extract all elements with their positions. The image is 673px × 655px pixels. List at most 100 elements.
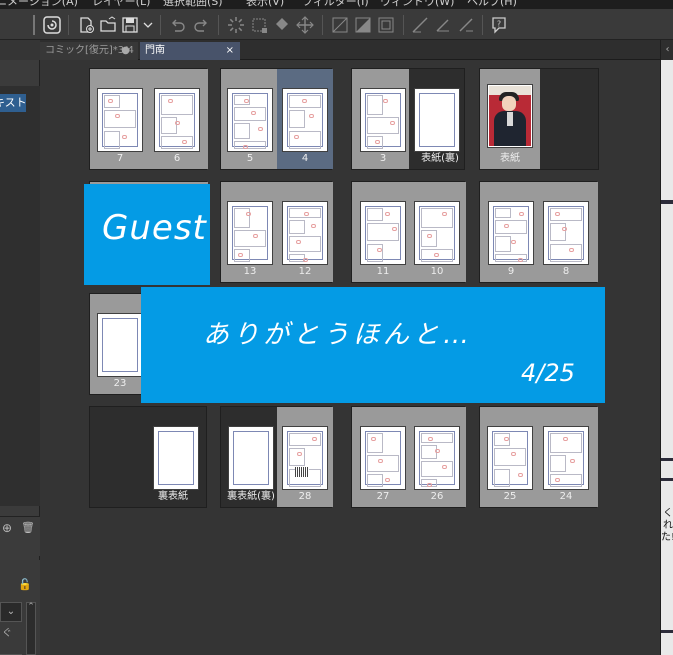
canvas-text: く (663, 508, 673, 519)
comic-panel (289, 220, 305, 234)
layer-item-selected[interactable]: キスト (0, 94, 26, 112)
ruler-icon[interactable] (410, 15, 430, 35)
page-number-label: 11 (376, 266, 390, 277)
save-icon[interactable] (120, 15, 140, 35)
tab-comic[interactable]: コミック[復元]*3/4 ● (40, 42, 138, 60)
fill-selection-icon[interactable] (353, 15, 373, 35)
page-spread[interactable]: 13 12 (220, 181, 333, 283)
comic-panel (234, 107, 266, 121)
page-spread[interactable]: 3 表紙(裏) (351, 68, 465, 170)
dropdown-icon[interactable] (142, 15, 154, 35)
canvas-panel-border (661, 478, 673, 481)
fill-icon[interactable] (272, 15, 292, 35)
layer-panel: キスト ⊕ 🗑 🔓 ⌄ ⌃ ぐ (0, 40, 40, 655)
spinner-icon[interactable] (226, 15, 246, 35)
page-spread[interactable]: 11 10 (351, 181, 466, 283)
comic-panel (550, 223, 566, 241)
svg-text:?: ? (497, 20, 501, 29)
sketch-mark (258, 127, 263, 131)
open-folder-icon[interactable] (98, 15, 118, 35)
toolbar-separator (322, 15, 323, 35)
sketch-mark (442, 212, 447, 216)
sketch-mark (175, 121, 180, 125)
cover-thumbnail-image (487, 84, 533, 148)
sketch-mark (569, 248, 574, 252)
page-spread[interactable]: 54 (220, 68, 333, 170)
chevron-down-icon: ⌄ (6, 606, 16, 617)
page-spread[interactable]: 25 24 (479, 406, 598, 508)
menu-filter[interactable]: フィルター(I) (302, 0, 369, 8)
page-thumbnail-image (487, 426, 533, 490)
layer-panel-header (0, 40, 40, 60)
page-thumbnail-image (154, 88, 200, 152)
toolbar-grip[interactable] (33, 15, 35, 35)
property-item[interactable]: ぐ (2, 624, 12, 639)
unsaved-dot-icon[interactable]: ● (121, 42, 130, 60)
move-icon[interactable] (295, 15, 315, 35)
layer-list[interactable] (0, 86, 40, 506)
page-border-guide (419, 93, 455, 147)
undo-icon[interactable] (168, 15, 188, 35)
new-file-icon[interactable] (76, 15, 96, 35)
property-dropdown[interactable]: ⌄ (0, 602, 22, 622)
sketch-mark (570, 459, 575, 463)
panel-collapse-icon[interactable]: ‹ (661, 40, 673, 60)
page-spread[interactable]: 27 26 (351, 406, 466, 508)
close-icon[interactable]: × (226, 42, 234, 60)
trash-icon[interactable]: 🗑 (21, 521, 35, 534)
comic-panel (234, 230, 266, 247)
layer-panel-footer: ⊕ 🗑 (0, 516, 40, 556)
menu-view[interactable]: 表示(V) (246, 0, 284, 8)
menu-selection[interactable]: 選択範囲(S) (163, 0, 223, 8)
lock-icon[interactable]: 🔓 (18, 578, 32, 591)
menu-layer[interactable]: レイヤー(L) (92, 0, 150, 8)
comic-panel (367, 223, 399, 241)
clear-outside-icon[interactable] (330, 15, 350, 35)
page-thumbnail-image (414, 88, 460, 152)
sketch-mark (511, 240, 516, 244)
page-spread[interactable]: 98 (479, 181, 598, 283)
page-thumbnail-image (282, 201, 328, 265)
page-number-label: 8 (562, 266, 570, 277)
menu-window[interactable]: ウィンドウ(W) (380, 0, 454, 8)
transform-icon[interactable] (249, 15, 269, 35)
page-number-label: 4 (301, 153, 309, 164)
sketch-mark (238, 253, 243, 257)
app-logo-icon[interactable] (42, 15, 62, 35)
page-spread[interactable]: 76 (89, 68, 208, 170)
page-spread[interactable]: 表紙 (479, 68, 599, 170)
comic-panel (550, 244, 582, 262)
redo-icon[interactable] (191, 15, 211, 35)
invert-icon[interactable] (376, 15, 396, 35)
help-icon[interactable]: ? (489, 15, 509, 35)
blue-message-overlay: ありがとうほんと… 4/25 (141, 287, 605, 403)
comic-panel (494, 448, 526, 466)
scroll-up-icon[interactable]: ⌃ (26, 602, 36, 612)
tab-monnan[interactable]: 門南 × (140, 42, 240, 60)
page-number-label: 25 (503, 491, 517, 502)
eraser-icon[interactable] (456, 15, 476, 35)
new-layer-icon[interactable]: ⊕ (2, 521, 12, 535)
page-number-label: 裏表紙 (158, 491, 188, 502)
sketch-mark (296, 240, 301, 244)
comic-panel (550, 455, 566, 472)
cover-face (502, 96, 516, 111)
page-number-label: 6 (173, 153, 181, 164)
page-number-label: 23 (113, 378, 127, 389)
canvas-text: た! (661, 532, 673, 543)
comic-panel (367, 95, 383, 115)
comic-panel (421, 433, 453, 443)
canvas-panel-border (661, 200, 673, 204)
menu-help[interactable]: ヘルプ(H) (467, 0, 517, 8)
page-thumbnail-image (360, 201, 406, 265)
pen-icon[interactable] (433, 15, 453, 35)
page-spread[interactable]: 裏表紙(裏) 28 (220, 406, 333, 508)
cover-illustration (489, 86, 531, 146)
sketch-mark (294, 135, 299, 139)
sketch-mark (518, 258, 523, 262)
sketch-mark (378, 459, 383, 463)
page-spread[interactable]: 裏表紙 (89, 406, 207, 508)
document-tab-bar: コミック[復元]*3/4 ● 門南 × (40, 40, 660, 60)
toolbar-separator (68, 15, 69, 35)
menu-animation[interactable]: ニメーション(A) (0, 0, 78, 8)
